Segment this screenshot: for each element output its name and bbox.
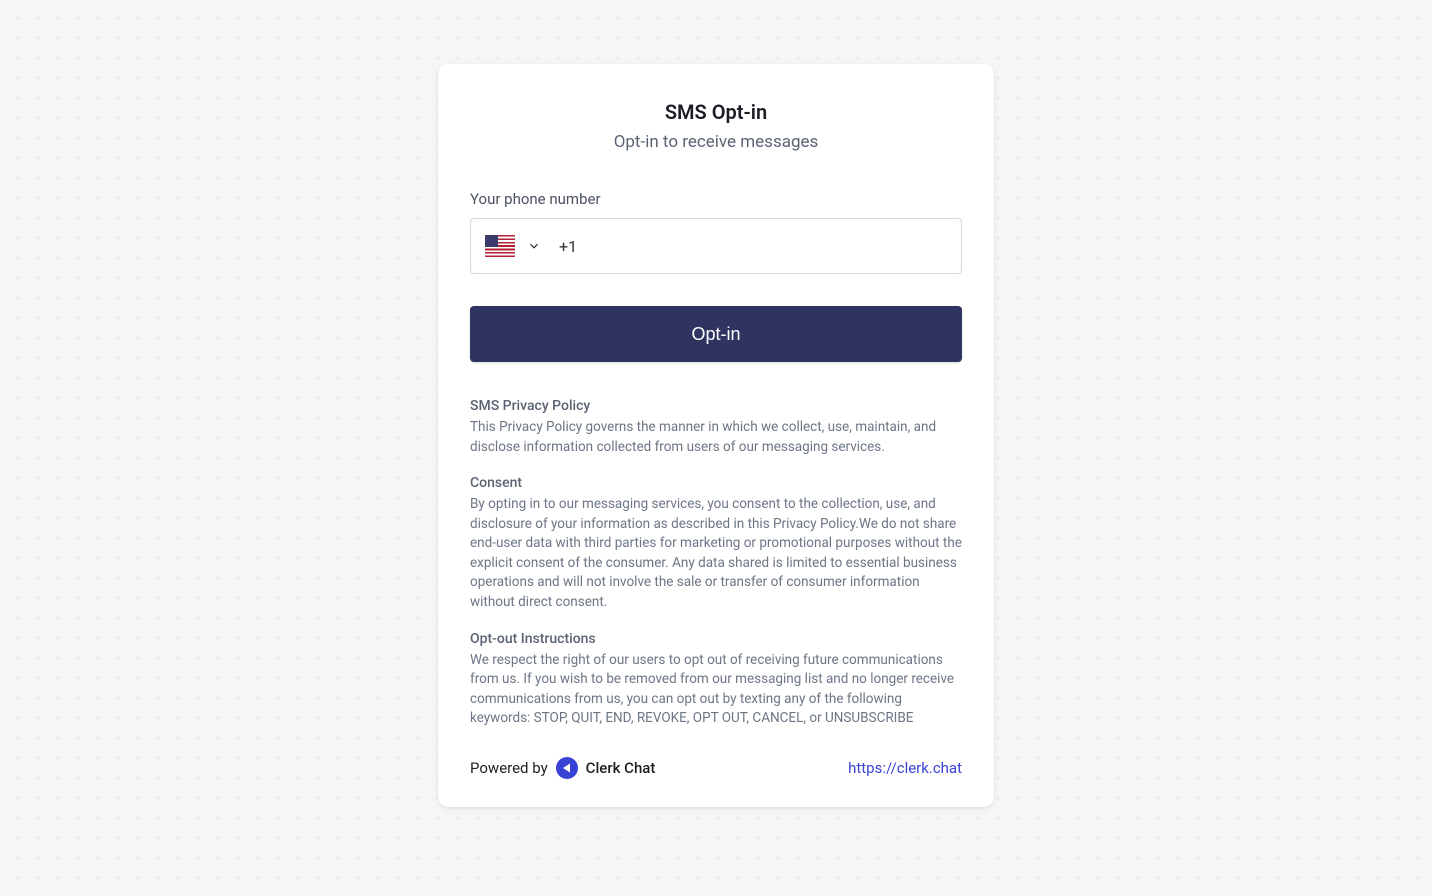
brand-name: Clerk Chat [586, 759, 656, 777]
chevron-down-icon [527, 239, 541, 253]
powered-by: Powered by Clerk Chat [470, 757, 655, 779]
policy-optout: Opt-out Instructions We respect the righ… [470, 631, 962, 729]
brand-link[interactable]: https://clerk.chat [848, 759, 962, 777]
optin-button[interactable]: Opt-in [470, 306, 962, 362]
policy-heading: SMS Privacy Policy [470, 398, 962, 414]
powered-by-label: Powered by [470, 759, 548, 777]
phone-input[interactable] [585, 237, 947, 255]
clerk-logo-icon [556, 757, 578, 779]
policy-consent: Consent By opting in to our messaging se… [470, 475, 962, 612]
optin-card: SMS Opt-in Opt-in to receive messages Yo… [438, 64, 994, 807]
country-dropdown-toggle[interactable] [527, 239, 541, 253]
page-subtitle: Opt-in to receive messages [470, 132, 962, 152]
phone-label: Your phone number [470, 190, 962, 208]
us-flag-icon [485, 235, 515, 257]
footer: Powered by Clerk Chat https://clerk.chat [470, 757, 962, 779]
policy-privacy: SMS Privacy Policy This Privacy Policy g… [470, 398, 962, 457]
policy-body: We respect the right of our users to opt… [470, 651, 962, 729]
policy-heading: Opt-out Instructions [470, 631, 962, 647]
policy-body: This Privacy Policy governs the manner i… [470, 418, 962, 457]
country-code: +1 [559, 237, 577, 256]
policy-heading: Consent [470, 475, 962, 491]
phone-input-group: +1 [470, 218, 962, 274]
page-title: SMS Opt-in [470, 100, 962, 124]
policy-body: By opting in to our messaging services, … [470, 495, 962, 612]
